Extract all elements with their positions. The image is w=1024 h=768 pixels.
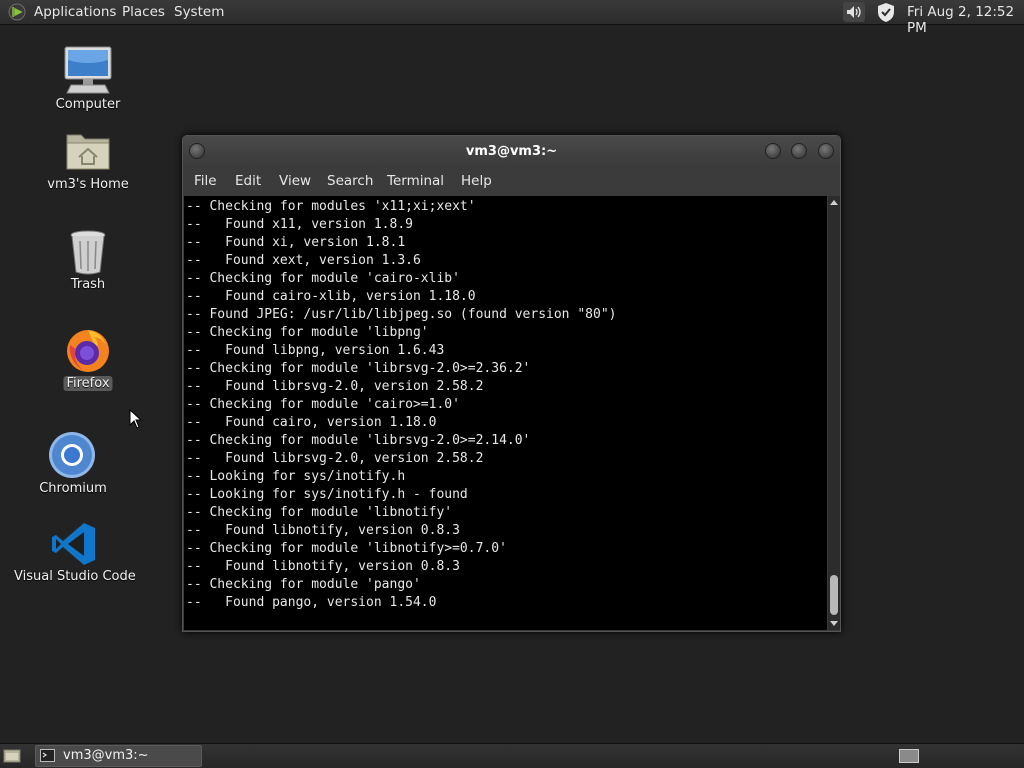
scroll-down-icon[interactable] — [830, 621, 838, 626]
terminal-line: -- Found librsvg-2.0, version 2.58.2 — [186, 451, 484, 466]
menu-edit[interactable]: Edit — [235, 173, 261, 189]
terminal-line: -- Found libpng, version 1.6.43 — [186, 343, 445, 358]
home-folder-icon — [66, 134, 110, 170]
terminal-line: -- Found xi, version 1.8.1 — [186, 235, 406, 250]
desktop-icon-firefox[interactable]: Firefox — [48, 326, 128, 396]
terminal-output[interactable]: -- Checking for modules 'x11;xi;xext' -- … — [184, 196, 827, 630]
desktop-icon-label: Visual Studio Code — [14, 569, 136, 584]
mouse-cursor-icon — [129, 409, 143, 429]
desktop-icon-label: Firefox — [63, 376, 113, 391]
terminal-icon — [40, 749, 55, 762]
terminal-line: -- Checking for module 'libpng' — [186, 325, 429, 340]
trash-icon — [70, 230, 106, 275]
terminal-line: -- Found x11, version 1.8.9 — [186, 217, 413, 232]
firefox-icon — [67, 330, 109, 372]
terminal-line: -- Found libnotify, version 0.8.3 — [186, 559, 460, 574]
menu-view[interactable]: View — [279, 173, 311, 189]
terminal-line: -- Looking for sys/inotify.h - found — [186, 487, 468, 502]
workspace-switcher[interactable] — [899, 749, 919, 763]
menu-file[interactable]: File — [194, 173, 217, 189]
terminal-line: -- Checking for module 'cairo-xlib' — [186, 271, 460, 286]
desktop-icon-chromium[interactable]: Chromium — [33, 430, 113, 498]
window-titlebar[interactable]: vm3@vm3:~ — [183, 136, 840, 167]
minimize-button[interactable] — [765, 143, 781, 159]
taskbar-item-label: vm3@vm3:~ — [63, 748, 149, 763]
menu-help[interactable]: Help — [461, 173, 492, 189]
terminal-line: -- Found xext, version 1.3.6 — [186, 253, 421, 268]
terminal-scrollbar[interactable] — [828, 196, 840, 630]
show-desktop-icon[interactable] — [3, 748, 21, 764]
terminal-line: -- Found cairo, version 1.18.0 — [186, 415, 437, 430]
terminal-line: -- Checking for module 'pango' — [186, 577, 421, 592]
desktop-icon-label: vm3's Home — [47, 177, 129, 192]
desktop-icon-label: Chromium — [39, 481, 107, 496]
terminal-line: -- Found libnotify, version 0.8.3 — [186, 523, 460, 538]
taskbar-item-terminal[interactable]: vm3@vm3:~ — [35, 745, 202, 767]
terminal-line: -- Checking for module 'libnotify>=0.7.0… — [186, 541, 507, 556]
close-button[interactable] — [818, 143, 834, 159]
places-menu[interactable]: Places — [122, 4, 165, 20]
desktop-icon-home[interactable]: vm3's Home — [43, 128, 133, 198]
terminal-line: -- Checking for module 'librsvg-2.0>=2.1… — [186, 433, 531, 448]
terminal-menubar: File Edit View Search Terminal Help — [183, 167, 840, 196]
system-menu[interactable]: System — [174, 4, 224, 20]
terminal-line: -- Found pango, version 1.54.0 — [186, 595, 437, 610]
terminal-line: -- Found cairo-xlib, version 1.18.0 — [186, 289, 476, 304]
desktop-icon-vscode[interactable]: Visual Studio Code — [14, 520, 136, 588]
maximize-button[interactable] — [791, 143, 807, 159]
computer-icon — [64, 46, 112, 94]
shield-icon[interactable] — [876, 2, 896, 23]
terminal-line: -- Checking for module 'librsvg-2.0>=2.3… — [186, 361, 531, 376]
desktop-icon-trash[interactable]: Trash — [48, 228, 128, 296]
menu-terminal[interactable]: Terminal — [387, 173, 444, 189]
desktop-icon-label: Trash — [70, 277, 106, 292]
volume-icon[interactable] — [843, 2, 865, 22]
terminal-line: -- Checking for modules 'x11;xi;xext' — [186, 199, 476, 214]
terminal-line: -- Looking for sys/inotify.h — [186, 469, 406, 484]
applications-menu[interactable]: Applications — [34, 4, 116, 20]
vscode-icon — [52, 523, 95, 565]
mate-menu-icon[interactable] — [8, 3, 26, 21]
terminal-line: -- Found librsvg-2.0, version 2.58.2 — [186, 379, 484, 394]
terminal-line: -- Checking for module 'libnotify' — [186, 505, 453, 520]
terminal-line: -- Found JPEG: /usr/lib/libjpeg.so (foun… — [186, 307, 617, 322]
chromium-icon — [49, 432, 95, 478]
top-panel: Applications Places System Fri Aug 2, 12… — [0, 0, 1024, 36]
terminal-window[interactable]: vm3@vm3:~ File Edit View Search Terminal… — [182, 135, 841, 632]
scrollbar-thumb[interactable] — [830, 575, 838, 615]
desktop-icon-label: Computer — [55, 97, 121, 112]
terminal-line: -- Checking for module 'cairo>=1.0' — [186, 397, 460, 412]
scroll-up-icon[interactable] — [830, 200, 838, 205]
menu-search[interactable]: Search — [327, 173, 373, 189]
desktop-icon-computer[interactable]: Computer — [48, 44, 128, 116]
window-title: vm3@vm3:~ — [465, 144, 558, 159]
bottom-panel: vm3@vm3:~ — [0, 743, 1024, 768]
clock[interactable]: Fri Aug 2, 12:52 PM — [907, 4, 1024, 36]
